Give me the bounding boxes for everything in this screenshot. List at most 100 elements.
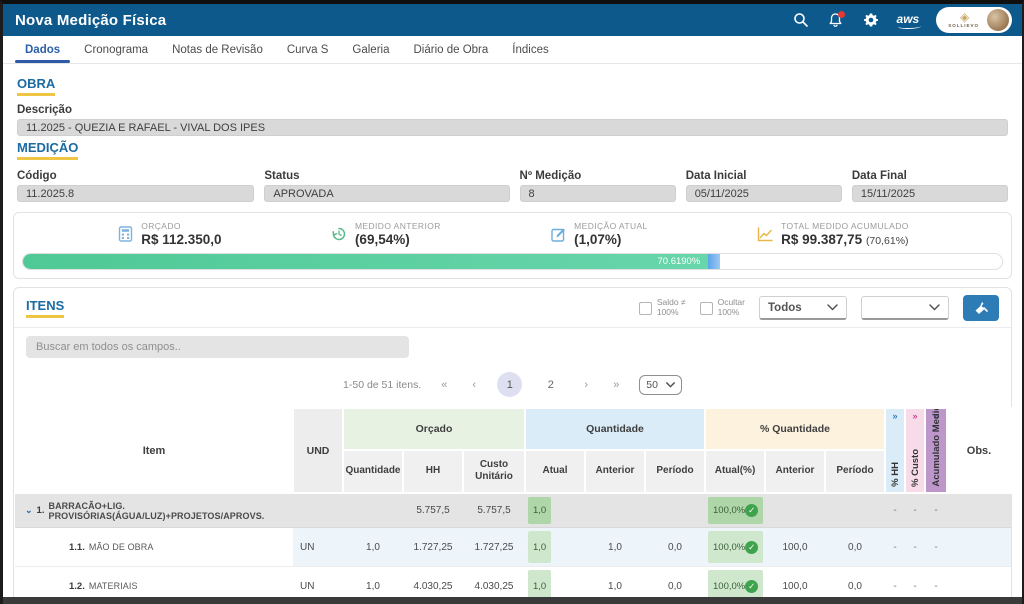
bottom-scrollbar[interactable] — [3, 597, 1022, 604]
progress-bar: 70.6190% — [22, 253, 1003, 270]
chevron-down-icon — [827, 304, 838, 311]
tab-diario-de-obra[interactable]: Diário de Obra — [401, 36, 500, 63]
data-final-label: Data Final — [851, 170, 907, 182]
pagination-next-button[interactable]: › — [579, 379, 593, 391]
column-group-pct-quantidade[interactable]: % Quantidade — [703, 407, 887, 451]
clear-filters-button[interactable] — [963, 295, 999, 321]
subcolumn-periodo-pct[interactable]: Período — [823, 448, 887, 495]
cell-hh: 1.727,25 — [403, 527, 463, 567]
pagination-page-1[interactable]: 1 — [497, 372, 523, 397]
table-header: Item UND Orçado Quantidade % Quantidade … — [14, 407, 1013, 495]
tab-notas-de-revisao[interactable]: Notas de Revisão — [160, 36, 275, 63]
check-circle-icon: ✓ — [745, 579, 759, 593]
subcolumn-anterior-pct[interactable]: Anterior — [764, 448, 826, 495]
chevron-down-icon — [929, 304, 940, 311]
page-size-select[interactable]: 50 — [639, 374, 682, 395]
aws-logo[interactable]: aws — [897, 12, 921, 29]
subcolumn-quantidade[interactable]: Quantidade — [342, 448, 404, 495]
progress-label: 70.6190% — [657, 256, 701, 267]
checkbox-icon[interactable] — [638, 301, 652, 315]
tab-indices[interactable]: Índices — [500, 36, 560, 63]
item-title: BARRACÃO+LIG. PROVISÓRIAS(ÁGUA/LUZ)+PROJ… — [48, 500, 265, 521]
main-content: OBRA Descrição 11.2025 - QUEZIA E RAFAEL… — [3, 64, 1022, 604]
cell-qtd: 1,0 — [343, 527, 403, 567]
notification-badge — [837, 11, 845, 18]
column-header-pct-custo[interactable]: » % Custo — [904, 407, 927, 494]
cell-acumulado: - — [925, 493, 948, 528]
tab-galeria[interactable]: Galeria — [340, 36, 401, 63]
diamond-lattice-icon: ◈ — [960, 10, 969, 25]
search-icon[interactable] — [792, 11, 810, 29]
cell-custo-pct: - — [905, 493, 926, 528]
filter-saldo-checkbox[interactable]: Saldo ≠ 100% — [638, 297, 686, 318]
column-group-quantidade[interactable]: Quantidade — [524, 407, 706, 451]
summary-stats: ORÇADO R$ 112.350,0 MEDIDO ANTERIOR (69,… — [22, 219, 1003, 253]
subcolumn-hh[interactable]: HH — [402, 448, 464, 495]
subcolumn-custo-unitario[interactable]: Custo Unitário — [462, 448, 526, 495]
pagination-prev-button[interactable]: ‹ — [467, 379, 481, 391]
table-row-1-1[interactable]: 1.1. MÃO DE OBRA UN 1,0 1.727,25 1.727,25… — [15, 527, 1012, 567]
column-group-orcado[interactable]: Orçado — [342, 407, 526, 451]
settings-gear-icon[interactable] — [862, 11, 880, 29]
subcolumn-periodo[interactable]: Período — [644, 448, 706, 495]
column-header-und[interactable]: UND — [292, 407, 344, 494]
tab-dados[interactable]: Dados — [13, 36, 72, 63]
search-row — [14, 328, 1011, 366]
column-header-obs[interactable]: Obs. — [946, 407, 1013, 494]
item-number: 1.2. — [69, 580, 85, 592]
column-header-item[interactable]: Item — [14, 407, 294, 494]
data-final-field[interactable]: 15/11/2025 — [851, 185, 1008, 202]
account-pill[interactable]: ◈ SOLLIEVO — [936, 7, 1012, 33]
tab-cronograma[interactable]: Cronograma — [72, 36, 160, 63]
itens-card: ITENS Saldo ≠ 100% Ocultar 100% Todos Bu… — [13, 287, 1013, 604]
filter-secondary-select[interactable] — [861, 296, 949, 320]
checkbox-icon[interactable] — [699, 301, 713, 315]
pagination-page-2[interactable]: 2 — [538, 372, 563, 397]
progress-fill-blue — [708, 254, 721, 269]
summary-card: ORÇADO R$ 112.350,0 MEDIDO ANTERIOR (69,… — [13, 212, 1012, 279]
expand-column-icon[interactable]: » — [913, 411, 918, 421]
cell-hh-pct: - — [885, 527, 906, 567]
subcolumn-atual[interactable]: Atual — [524, 448, 586, 495]
collapse-chevron-icon[interactable]: ⌄ — [25, 505, 33, 516]
cell-pct-periodo: 0,0 — [825, 527, 886, 567]
column-header-pct-hh[interactable]: » % HH — [884, 407, 907, 494]
pagination-first-button[interactable]: « — [437, 379, 451, 391]
stat-medido-anterior: MEDIDO ANTERIOR (69,54%) — [330, 221, 441, 247]
pagination-summary: 1-50 de 51 itens. — [343, 378, 422, 391]
data-inicial-field[interactable]: 05/11/2025 — [685, 185, 842, 202]
notifications-bell-icon[interactable] — [827, 11, 845, 29]
filter-todos-select[interactable]: Todos — [759, 296, 847, 320]
section-title-itens: ITENS — [26, 298, 65, 318]
cell-custo-pct: - — [905, 527, 926, 567]
column-header-acumulado[interactable]: » Acumulado Medido — [924, 407, 949, 494]
cell-custo: 1.727,25 — [463, 527, 525, 567]
pagination-last-button[interactable]: » — [609, 379, 623, 391]
subcolumn-atual-pct[interactable]: Atual(%) — [704, 448, 766, 495]
num-medicao-label: Nº Medição — [519, 170, 582, 182]
search-input[interactable] — [26, 336, 409, 358]
cell-und — [293, 493, 343, 528]
cell-pct-atual[interactable]: 100,0% ✓ — [708, 531, 764, 563]
tab-curva-s[interactable]: Curva S — [275, 36, 341, 63]
cell-pct-atual[interactable]: 100,0% ✓ — [708, 497, 764, 524]
cell-pct-anterior — [765, 493, 825, 528]
table-row-group-1[interactable]: ⌄ 1. BARRACÃO+LIG. PROVISÓRIAS(ÁGUA/LUZ)+P… — [15, 493, 1012, 528]
descricao-field[interactable]: 11.2025 - QUEZIA E RAFAEL - VIVAL DOS IP… — [17, 119, 1008, 136]
codigo-field[interactable]: 11.2025.8 — [17, 185, 255, 202]
subcolumn-anterior[interactable]: Anterior — [584, 448, 646, 495]
item-number: 1. — [36, 505, 45, 516]
expand-column-icon[interactable]: » — [893, 411, 898, 421]
cell-atual[interactable]: 1,0 — [528, 497, 552, 524]
medido-anterior-label: MEDIDO ANTERIOR — [354, 221, 441, 231]
cell-atual[interactable]: 1,0 — [528, 531, 552, 563]
num-medicao-field[interactable]: 8 — [519, 185, 676, 202]
pagination: 1-50 de 51 itens. « ‹ 1 2 › » 50 — [14, 366, 1011, 405]
section-title-medicao: MEDIÇÃO — [17, 140, 79, 160]
user-avatar[interactable] — [987, 9, 1009, 31]
total-medido-amount: R$ 99.387,75 — [781, 232, 863, 247]
status-field[interactable]: APROVADA — [264, 185, 510, 202]
filter-ocultar-checkbox[interactable]: Ocultar 100% — [699, 297, 745, 318]
stat-orcado: ORÇADO R$ 112.350,0 — [116, 221, 222, 247]
tabs-bar: Dados Cronograma Notas de Revisão Curva … — [3, 36, 1022, 64]
